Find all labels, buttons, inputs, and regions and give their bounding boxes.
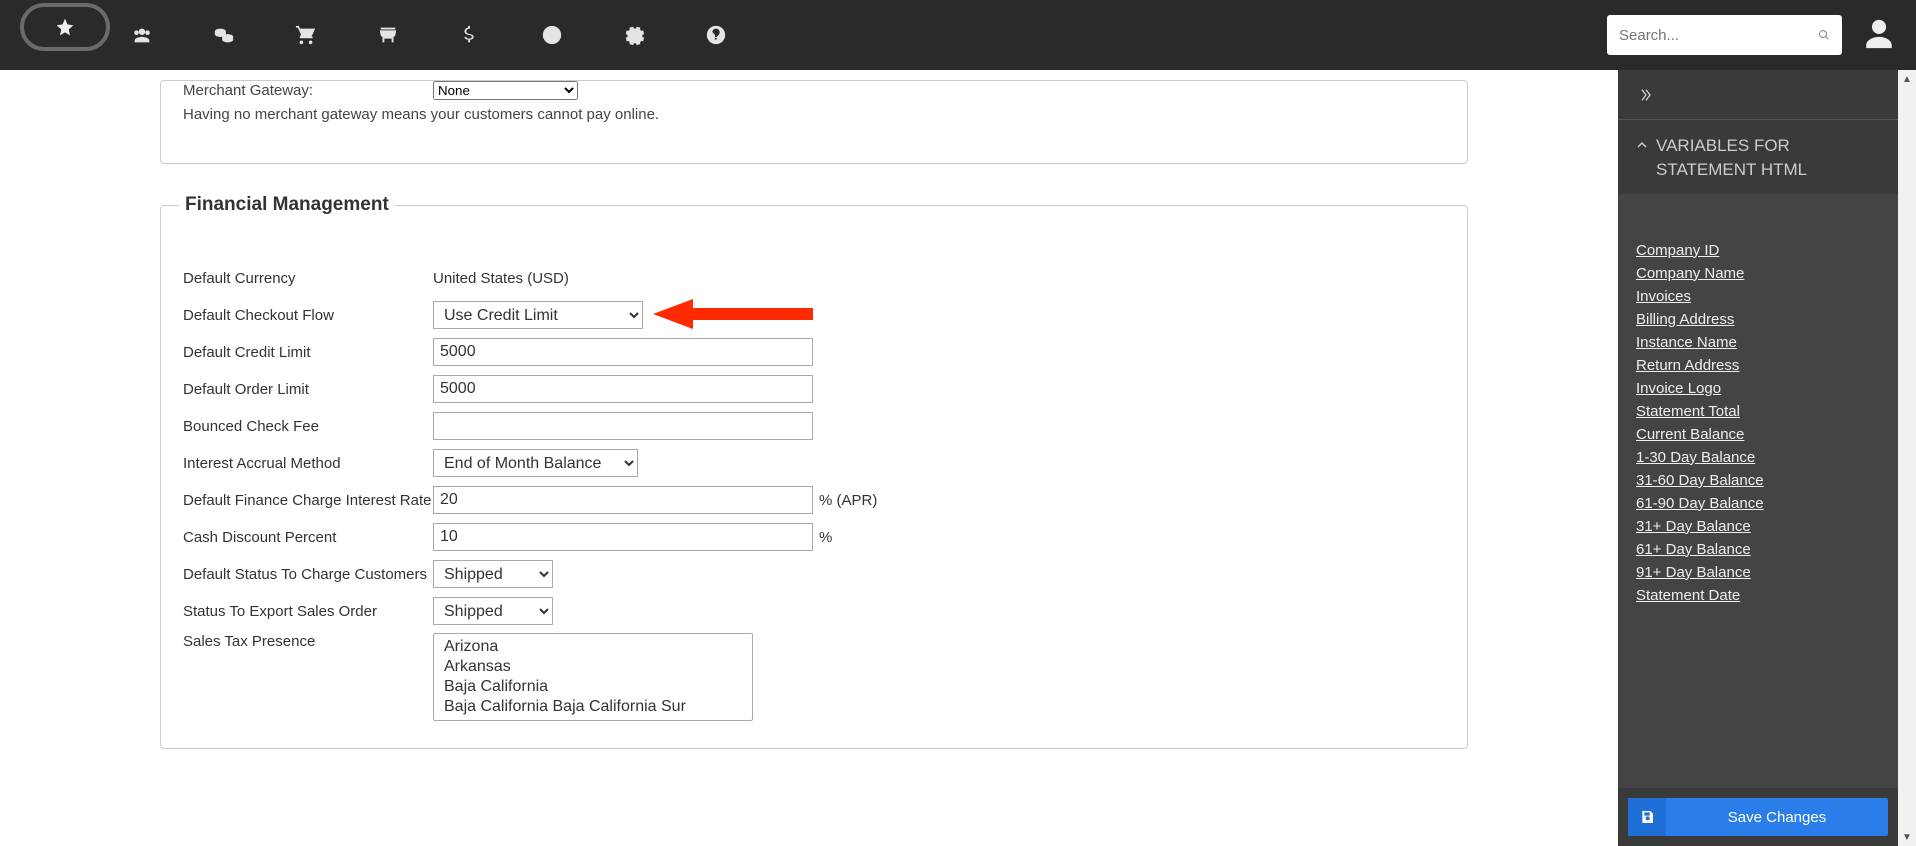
variable-link[interactable]: 61+ Day Balance <box>1636 539 1880 560</box>
variable-link[interactable]: Company Name <box>1636 263 1880 284</box>
topbar-nav: ? <box>130 23 728 47</box>
default-currency-value: United States (USD) <box>433 270 569 287</box>
credit-limit-input[interactable] <box>433 338 813 366</box>
scroll-up-icon[interactable]: ▲ <box>1898 70 1916 88</box>
side-panel-header-text: VARIABLES FOR STATEMENT HTML <box>1656 134 1880 182</box>
default-currency-label: Default Currency <box>183 270 433 287</box>
variable-link[interactable]: Billing Address <box>1636 309 1880 330</box>
help-icon[interactable]: ? <box>704 23 728 47</box>
merchant-gateway-select[interactable]: None <box>433 81 578 100</box>
variable-link[interactable]: 31+ Day Balance <box>1636 516 1880 537</box>
cash-discount-suffix: % <box>819 529 832 546</box>
credit-limit-label: Default Credit Limit <box>183 344 433 361</box>
sales-tax-option[interactable]: Arizona <box>440 637 746 657</box>
star-badge[interactable] <box>20 3 110 51</box>
variable-link[interactable]: Current Balance <box>1636 424 1880 445</box>
finance-rate-input[interactable] <box>433 486 813 514</box>
interest-method-label: Interest Accrual Method <box>183 455 433 472</box>
topbar: ? <box>0 0 1916 70</box>
status-charge-select[interactable]: Shipped <box>433 560 553 588</box>
chevron-right-double-icon <box>1638 87 1654 103</box>
status-export-select[interactable]: Shipped <box>433 597 553 625</box>
cash-discount-label: Cash Discount Percent <box>183 529 433 546</box>
search-icon <box>1818 25 1830 45</box>
checkout-flow-select[interactable]: Use Credit Limit <box>433 301 643 329</box>
coins-icon[interactable] <box>212 23 236 47</box>
store-icon[interactable] <box>376 23 400 47</box>
save-icon <box>1628 798 1666 836</box>
annotation-arrow <box>653 294 813 334</box>
sales-tax-option[interactable]: Arkansas <box>440 657 746 677</box>
side-panel: VARIABLES FOR STATEMENT HTML Company IDC… <box>1618 70 1898 846</box>
chevron-up-icon <box>1636 139 1648 151</box>
cash-discount-input[interactable] <box>433 523 813 551</box>
variable-link[interactable]: 61-90 Day Balance <box>1636 493 1880 514</box>
merchant-section: Merchant Gateway: None Having no merchan… <box>160 80 1468 164</box>
user-avatar[interactable] <box>1862 17 1896 54</box>
variable-link[interactable]: 1-30 Day Balance <box>1636 447 1880 468</box>
sales-tax-label: Sales Tax Presence <box>183 633 433 650</box>
variable-link[interactable]: Invoices <box>1636 286 1880 307</box>
svg-text:?: ? <box>712 28 720 43</box>
save-button[interactable]: Save Changes <box>1628 798 1888 836</box>
order-limit-label: Default Order Limit <box>183 381 433 398</box>
order-limit-input[interactable] <box>433 375 813 403</box>
dollar-icon[interactable] <box>458 23 482 47</box>
page-scrollbar[interactable]: ▲ ▼ <box>1898 70 1916 846</box>
merchant-note: Having no merchant gateway means your cu… <box>183 106 1445 123</box>
cart-icon[interactable] <box>294 23 318 47</box>
sales-tax-select[interactable]: ArizonaArkansasBaja CaliforniaBaja Calif… <box>433 633 753 721</box>
finance-rate-label: Default Finance Charge Interest Rate <box>183 492 433 509</box>
content-area: Merchant Gateway: None Having no merchan… <box>0 70 1618 846</box>
variable-link[interactable]: 31-60 Day Balance <box>1636 470 1880 491</box>
sales-tax-option[interactable]: Baja California <box>440 677 746 697</box>
financial-section: Financial Management Default Currency Un… <box>160 194 1468 749</box>
variable-link[interactable]: Company ID <box>1636 240 1880 261</box>
merchant-gateway-label: Merchant Gateway: <box>183 82 433 99</box>
bounced-fee-input[interactable] <box>433 412 813 440</box>
search-box[interactable] <box>1607 15 1842 55</box>
variable-link[interactable]: Statement Date <box>1636 585 1880 606</box>
side-panel-header[interactable]: VARIABLES FOR STATEMENT HTML <box>1618 120 1898 194</box>
bounced-fee-label: Bounced Check Fee <box>183 418 433 435</box>
side-panel-body: Company IDCompany NameInvoicesBilling Ad… <box>1618 194 1898 788</box>
gear-icon[interactable] <box>622 23 646 47</box>
chart-icon[interactable] <box>540 23 564 47</box>
variable-link[interactable]: Statement Total <box>1636 401 1880 422</box>
search-input[interactable] <box>1619 27 1818 44</box>
status-charge-label: Default Status To Charge Customers <box>183 566 433 583</box>
finance-rate-suffix: % (APR) <box>819 492 877 509</box>
variable-link[interactable]: Return Address <box>1636 355 1880 376</box>
variable-link[interactable]: Instance Name <box>1636 332 1880 353</box>
side-panel-collapse[interactable] <box>1618 70 1898 120</box>
sales-tax-option[interactable]: Baja California Baja California Sur <box>440 697 746 717</box>
variable-link[interactable]: Invoice Logo <box>1636 378 1880 399</box>
checkout-flow-label: Default Checkout Flow <box>183 307 433 324</box>
financial-legend: Financial Management <box>179 194 395 216</box>
users-icon[interactable] <box>130 23 154 47</box>
variable-link[interactable]: 91+ Day Balance <box>1636 562 1880 583</box>
status-export-label: Status To Export Sales Order <box>183 603 433 620</box>
save-button-label: Save Changes <box>1666 809 1888 826</box>
scroll-down-icon[interactable]: ▼ <box>1898 828 1916 846</box>
interest-method-select[interactable]: End of Month Balance <box>433 449 638 477</box>
